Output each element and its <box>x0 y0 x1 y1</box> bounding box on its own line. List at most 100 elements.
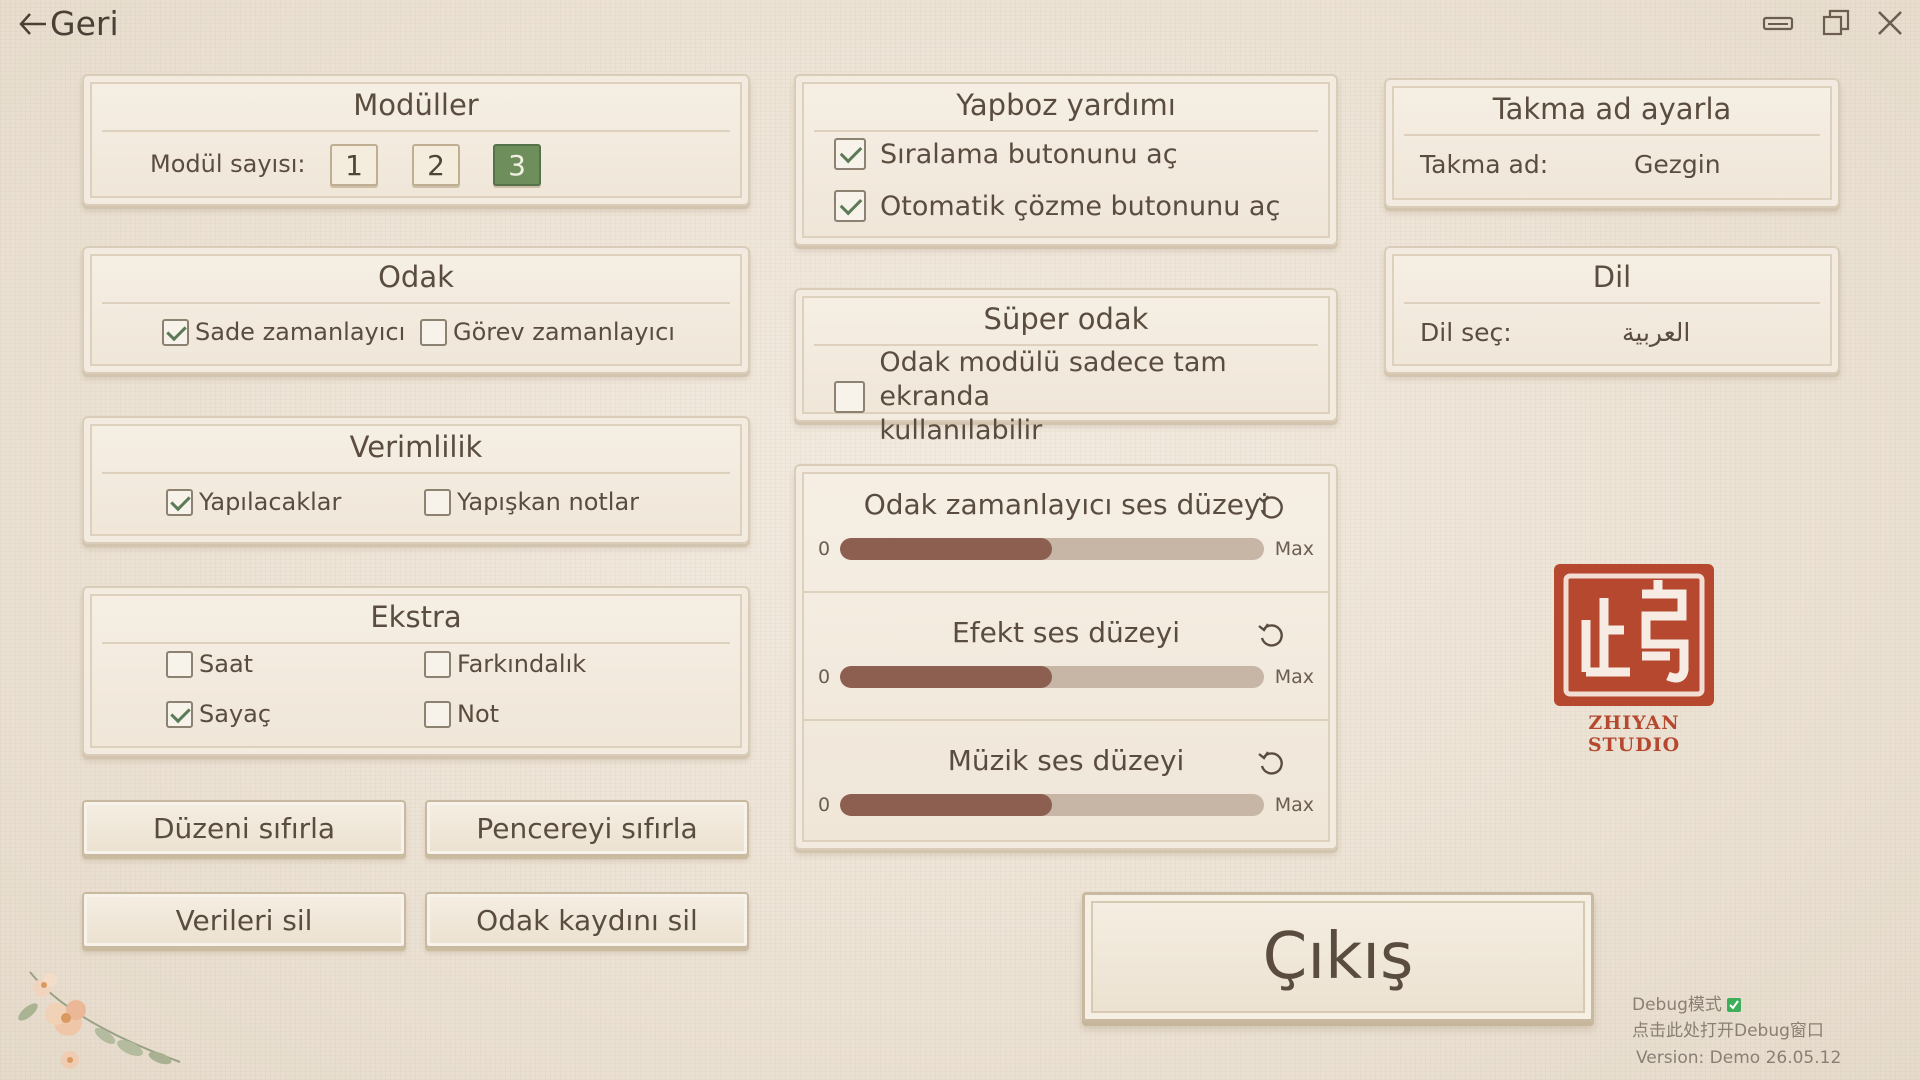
music-volume-slider[interactable] <box>840 794 1264 816</box>
delete-focus-log-button[interactable]: Odak kaydını sil <box>425 892 749 948</box>
version-label: Version: <box>1636 1048 1705 1068</box>
slider-fill <box>840 794 1052 816</box>
super-focus-title: Süper odak <box>814 302 1318 346</box>
todos-checkbox[interactable] <box>166 488 193 516</box>
nickname-panel: Takma ad ayarla Takma ad: Gezgin <box>1384 78 1840 208</box>
task-timer-option[interactable]: Görev zamanlayıcı <box>420 318 675 346</box>
focus-title: Odak <box>102 260 730 304</box>
minimize-icon <box>1762 16 1794 31</box>
close-icon <box>1878 11 1902 35</box>
minimize-button[interactable] <box>1760 6 1796 40</box>
nickname-label: Takma ad: <box>1420 150 1549 179</box>
productivity-panel: Verimlilik Yapılacaklar Yapışkan notlar <box>82 416 750 544</box>
slider-min-label: 0 <box>818 666 831 688</box>
restore-button[interactable] <box>1818 6 1854 40</box>
back-label: Geri <box>50 4 119 43</box>
note-option[interactable]: Not <box>424 700 499 728</box>
focus-timer-volume-slider[interactable] <box>840 538 1264 560</box>
focus-timer-volume-row: Odak zamanlayıcı ses düzeyi 0 Max <box>818 466 1314 594</box>
clock-option[interactable]: Saat <box>166 650 253 678</box>
language-label: Dil seç: <box>1420 318 1512 347</box>
fullscreen-only-checkbox[interactable] <box>834 381 866 413</box>
task-timer-checkbox[interactable] <box>420 318 447 346</box>
counter-option[interactable]: Sayaç <box>166 700 271 728</box>
language-panel: Dil Dil seç: العربية <box>1384 246 1840 374</box>
seal-logo-icon <box>1554 564 1714 706</box>
simple-timer-option[interactable]: Sade zamanlayıcı <box>162 318 405 346</box>
effect-volume-row: Efekt ses düzeyi 0 Max <box>818 594 1314 722</box>
version-value: Demo 26.05.12 <box>1709 1048 1842 1068</box>
sticky-notes-checkbox[interactable] <box>424 488 451 516</box>
slider-max-label: Max <box>1274 666 1314 688</box>
clock-label: Saat <box>199 650 254 678</box>
module-count-3-button[interactable]: 3 <box>493 144 541 186</box>
fullscreen-only-label: Odak modülü sadece tam ekranda kullanıla… <box>879 346 1336 448</box>
modules-title: Modüller <box>102 88 730 132</box>
slider-max-label: Max <box>1274 794 1314 816</box>
extra-panel: Ekstra Saat Farkındalık Sayaç Not <box>82 586 750 756</box>
debug-mode-label: Debug模式 <box>1632 995 1722 1015</box>
open-debug-window-link[interactable]: 点击此处打开Debug窗口 <box>1632 1016 1824 1041</box>
sort-button-label: Sıralama butonunu aç <box>880 138 1178 170</box>
language-select[interactable]: العربية <box>1622 318 1690 347</box>
delete-data-button[interactable]: Verileri sil <box>82 892 406 948</box>
music-volume-row: Müzik ses düzeyi 0 Max <box>818 722 1314 850</box>
reset-icon[interactable] <box>1256 620 1286 650</box>
note-checkbox[interactable] <box>424 700 451 728</box>
sort-button-checkbox[interactable] <box>834 138 866 170</box>
divider <box>802 719 1330 721</box>
back-arrow-icon <box>19 12 46 35</box>
focus-panel: Odak Sade zamanlayıcı Görev zamanlayıcı <box>82 246 750 374</box>
slider-fill <box>840 666 1052 688</box>
clock-checkbox[interactable] <box>166 650 193 678</box>
puzzle-help-panel: Yapboz yardımı Sıralama butonunu aç Otom… <box>794 74 1338 246</box>
reset-icon[interactable] <box>1256 748 1286 778</box>
debug-mode-row: Debug模式 <box>1632 990 1742 1015</box>
back-button[interactable]: Geri <box>18 4 119 43</box>
note-label: Not <box>457 700 500 728</box>
puzzle-help-title: Yapboz yardımı <box>814 88 1318 132</box>
awareness-option[interactable]: Farkındalık <box>424 650 586 678</box>
studio-logo-text: ZHIYAN STUDIO <box>1587 712 1681 756</box>
sticky-notes-label: Yapışkan notlar <box>457 488 640 516</box>
productivity-title: Verimlilik <box>102 430 730 474</box>
module-count-label: Modül sayısı: <box>150 150 306 178</box>
effect-volume-slider[interactable] <box>840 666 1264 688</box>
debug-mode-checkbox[interactable] <box>1727 998 1742 1012</box>
fullscreen-only-option[interactable]: Odak modülü sadece tam ekranda kullanıla… <box>834 346 1336 448</box>
sort-button-option[interactable]: Sıralama butonunu aç <box>834 138 1178 170</box>
task-timer-label: Görev zamanlayıcı <box>453 318 675 346</box>
todos-option[interactable]: Yapılacaklar <box>166 488 341 516</box>
music-volume-label: Müzik ses düzeyi <box>947 744 1185 777</box>
todos-label: Yapılacaklar <box>199 488 342 516</box>
module-count-2-button[interactable]: 2 <box>412 144 460 186</box>
extra-title: Ekstra <box>102 600 730 644</box>
simple-timer-label: Sade zamanlayıcı <box>195 318 406 346</box>
exit-button[interactable]: Çıkış <box>1082 892 1594 1022</box>
slider-min-label: 0 <box>818 794 831 816</box>
reset-icon[interactable] <box>1256 492 1286 522</box>
auto-solve-option[interactable]: Otomatik çözme butonunu aç <box>834 190 1280 222</box>
auto-solve-checkbox[interactable] <box>834 190 866 222</box>
auto-solve-label: Otomatik çözme butonunu aç <box>880 190 1281 222</box>
language-title: Dil <box>1404 260 1820 304</box>
restore-icon <box>1822 9 1850 36</box>
effect-volume-label: Efekt ses düzeyi <box>952 616 1180 649</box>
reset-layout-button[interactable]: Düzeni sıfırla <box>82 800 406 856</box>
slider-max-label: Max <box>1274 538 1314 560</box>
reset-window-button[interactable]: Pencereyi sıfırla <box>425 800 749 856</box>
divider <box>802 591 1330 593</box>
module-count-1-button[interactable]: 1 <box>330 144 378 186</box>
fullscreen-only-label-line2: kullanılabilir <box>879 415 1043 446</box>
volume-panel: Odak zamanlayıcı ses düzeyi 0 Max Efekt … <box>794 464 1338 850</box>
nickname-title: Takma ad ayarla <box>1404 92 1820 136</box>
counter-checkbox[interactable] <box>166 700 193 728</box>
nickname-input[interactable]: Gezgin <box>1634 150 1721 179</box>
modules-panel: Modüller Modül sayısı: 1 2 3 <box>82 74 750 206</box>
close-button[interactable] <box>1872 6 1908 40</box>
slider-fill <box>840 538 1052 560</box>
awareness-checkbox[interactable] <box>424 650 451 678</box>
sticky-notes-option[interactable]: Yapışkan notlar <box>424 488 639 516</box>
fullscreen-only-label-line1: Odak modülü sadece tam ekranda <box>879 347 1227 412</box>
simple-timer-checkbox[interactable] <box>162 318 189 346</box>
